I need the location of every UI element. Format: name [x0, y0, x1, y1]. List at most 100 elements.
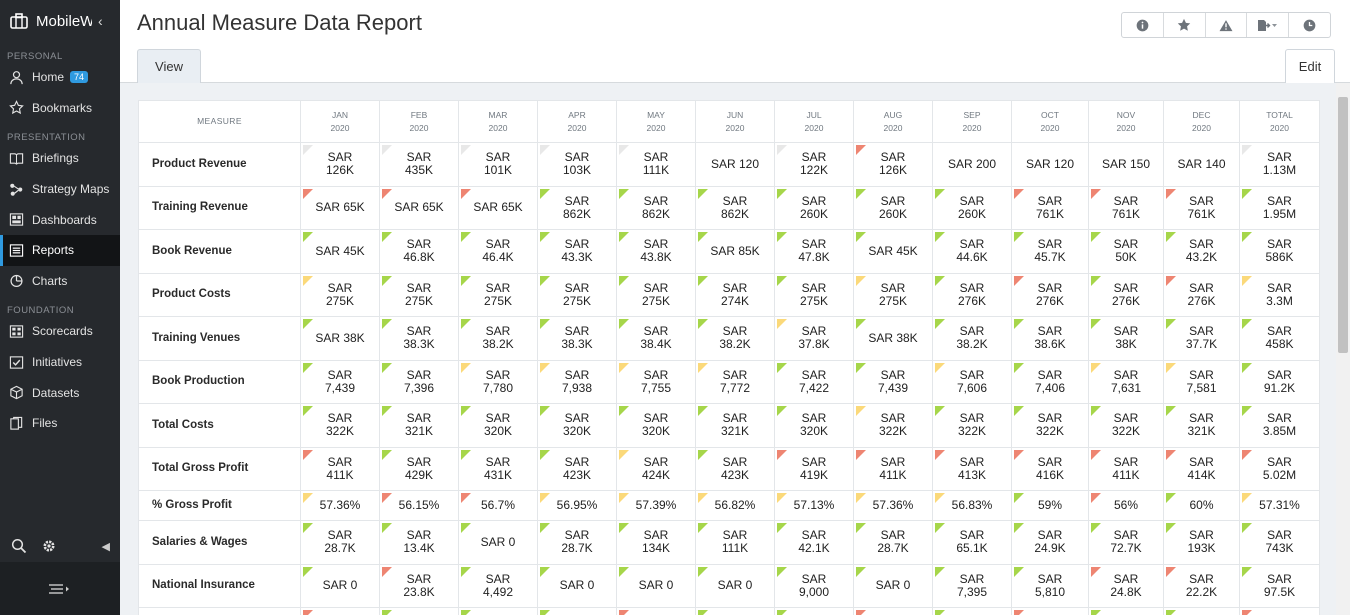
value-cell[interactable]: SAR 38.6K — [1011, 316, 1089, 361]
value-cell[interactable]: SAR 85K — [695, 229, 775, 274]
brand[interactable]: MobileW ‹ — [0, 0, 120, 42]
value-cell[interactable]: SAR 200 — [932, 142, 1012, 187]
value-cell[interactable]: SAR 260K — [932, 185, 1012, 230]
value-cell[interactable]: SAR 586K — [1239, 229, 1320, 274]
value-cell[interactable]: SAR 7,938 — [537, 359, 617, 404]
value-cell[interactable]: SAR 44.6K — [932, 229, 1012, 274]
measure-name[interactable]: % Gross Profit — [138, 490, 301, 521]
value-cell[interactable]: SAR 120 — [695, 142, 775, 187]
value-cell[interactable]: SAR 43.2K — [1163, 229, 1240, 274]
value-cell[interactable]: 57.39% — [616, 490, 696, 521]
column-header-jan[interactable]: JAN 2020 — [300, 100, 380, 143]
column-header-aug[interactable]: AUG 2020 — [853, 100, 933, 143]
value-cell[interactable]: SAR 419K — [774, 446, 854, 491]
value-cell[interactable]: SAR 458K — [1239, 316, 1320, 361]
value-cell[interactable] — [1088, 607, 1164, 615]
value-cell[interactable]: SAR 862K — [616, 185, 696, 230]
value-cell[interactable]: SAR 111K — [695, 520, 775, 565]
chevron-left-icon[interactable]: ‹ — [98, 13, 103, 29]
value-cell[interactable]: SAR 761K — [1163, 185, 1240, 230]
value-cell[interactable]: SAR 274K — [695, 272, 775, 317]
measure-name[interactable]: Training Venues — [138, 316, 301, 361]
value-cell[interactable]: SAR 4,492 — [458, 563, 538, 608]
value-cell[interactable]: SAR 13.4K — [379, 520, 459, 565]
value-cell[interactable]: SAR 411K — [300, 446, 380, 491]
value-cell[interactable]: SAR 38.2K — [932, 316, 1012, 361]
value-cell[interactable]: SAR 5.02M — [1239, 446, 1320, 491]
measure-name[interactable]: Salaries & Wages — [138, 520, 301, 565]
value-cell[interactable]: SAR 72.7K — [1088, 520, 1164, 565]
value-cell[interactable] — [537, 607, 617, 615]
value-cell[interactable]: SAR 22.2K — [1163, 563, 1240, 608]
measure-name[interactable] — [138, 607, 301, 615]
value-cell[interactable]: SAR 321K — [1163, 403, 1240, 448]
gear-icon[interactable] — [41, 538, 57, 554]
value-cell[interactable]: SAR 97.5K — [1239, 563, 1320, 608]
sidebar-item-initiatives[interactable]: Initiatives — [0, 347, 120, 378]
value-cell[interactable]: SAR 50K — [1088, 229, 1164, 274]
value-cell[interactable] — [695, 607, 775, 615]
value-cell[interactable]: SAR 42.1K — [774, 520, 854, 565]
scrollbar-thumb[interactable] — [1338, 97, 1348, 353]
value-cell[interactable]: SAR 416K — [1011, 446, 1089, 491]
sidebar-item-scorecards[interactable]: Scorecards — [0, 316, 120, 347]
value-cell[interactable]: SAR 7,631 — [1088, 359, 1164, 404]
value-cell[interactable]: SAR 37.7K — [1163, 316, 1240, 361]
value-cell[interactable]: 56.7% — [458, 490, 538, 521]
value-cell[interactable]: SAR 28.7K — [853, 520, 933, 565]
value-cell[interactable]: SAR 7,422 — [774, 359, 854, 404]
collapse-left-icon[interactable]: ◀ — [102, 540, 110, 553]
value-cell[interactable]: SAR 862K — [537, 185, 617, 230]
value-cell[interactable]: SAR 47.8K — [774, 229, 854, 274]
value-cell[interactable]: 59% — [1011, 490, 1089, 521]
value-cell[interactable]: SAR 761K — [1088, 185, 1164, 230]
value-cell[interactable]: SAR 65K — [379, 185, 459, 230]
value-cell[interactable]: SAR 101K — [458, 142, 538, 187]
sidebar-item-datasets[interactable]: Datasets — [0, 377, 120, 408]
value-cell[interactable]: 56.95% — [537, 490, 617, 521]
vertical-scrollbar[interactable] — [1336, 83, 1350, 615]
info-button[interactable] — [1122, 13, 1164, 37]
measure-name[interactable]: Book Production — [138, 359, 301, 404]
value-cell[interactable]: SAR 321K — [379, 403, 459, 448]
value-cell[interactable]: SAR 111K — [616, 142, 696, 187]
value-cell[interactable]: SAR 126K — [853, 142, 933, 187]
value-cell[interactable]: SAR 414K — [1163, 446, 1240, 491]
value-cell[interactable]: SAR 0 — [537, 563, 617, 608]
value-cell[interactable]: SAR 150 — [1088, 142, 1164, 187]
value-cell[interactable]: SAR 1.13M — [1239, 142, 1320, 187]
tab-view[interactable]: View — [137, 49, 201, 83]
search-icon[interactable] — [11, 538, 27, 554]
measure-name[interactable]: Training Revenue — [138, 185, 301, 230]
value-cell[interactable]: 57.36% — [300, 490, 380, 521]
column-header-apr[interactable]: APR 2020 — [537, 100, 617, 143]
value-cell[interactable]: SAR 275K — [853, 272, 933, 317]
value-cell[interactable]: SAR 761K — [1011, 185, 1089, 230]
value-cell[interactable]: SAR 3.85M — [1239, 403, 1320, 448]
value-cell[interactable]: 56.82% — [695, 490, 775, 521]
value-cell[interactable]: SAR 126K — [300, 142, 380, 187]
value-cell[interactable]: SAR 43.8K — [616, 229, 696, 274]
value-cell[interactable] — [932, 607, 1012, 615]
value-cell[interactable] — [774, 607, 854, 615]
value-cell[interactable]: SAR 45K — [853, 229, 933, 274]
value-cell[interactable]: SAR 193K — [1163, 520, 1240, 565]
value-cell[interactable]: SAR 7,606 — [932, 359, 1012, 404]
value-cell[interactable]: SAR 65K — [458, 185, 538, 230]
value-cell[interactable]: SAR 275K — [774, 272, 854, 317]
export-button[interactable] — [1247, 13, 1290, 37]
measure-name[interactable]: Product Costs — [138, 272, 301, 317]
value-cell[interactable]: SAR 423K — [695, 446, 775, 491]
sidebar-item-dashboards[interactable]: Dashboards — [0, 204, 120, 235]
value-cell[interactable]: SAR 0 — [616, 563, 696, 608]
value-cell[interactable]: SAR 320K — [458, 403, 538, 448]
value-cell[interactable]: SAR 24.9K — [1011, 520, 1089, 565]
measure-name[interactable]: Product Revenue — [138, 142, 301, 187]
value-cell[interactable]: SAR 0 — [458, 520, 538, 565]
value-cell[interactable]: SAR 46.8K — [379, 229, 459, 274]
column-header-jul[interactable]: JUL 2020 — [774, 100, 854, 143]
sidebar-item-reports[interactable]: Reports — [0, 234, 120, 266]
value-cell[interactable]: SAR 46.4K — [458, 229, 538, 274]
value-cell[interactable]: SAR 140 — [1163, 142, 1240, 187]
value-cell[interactable]: SAR 276K — [1163, 272, 1240, 317]
